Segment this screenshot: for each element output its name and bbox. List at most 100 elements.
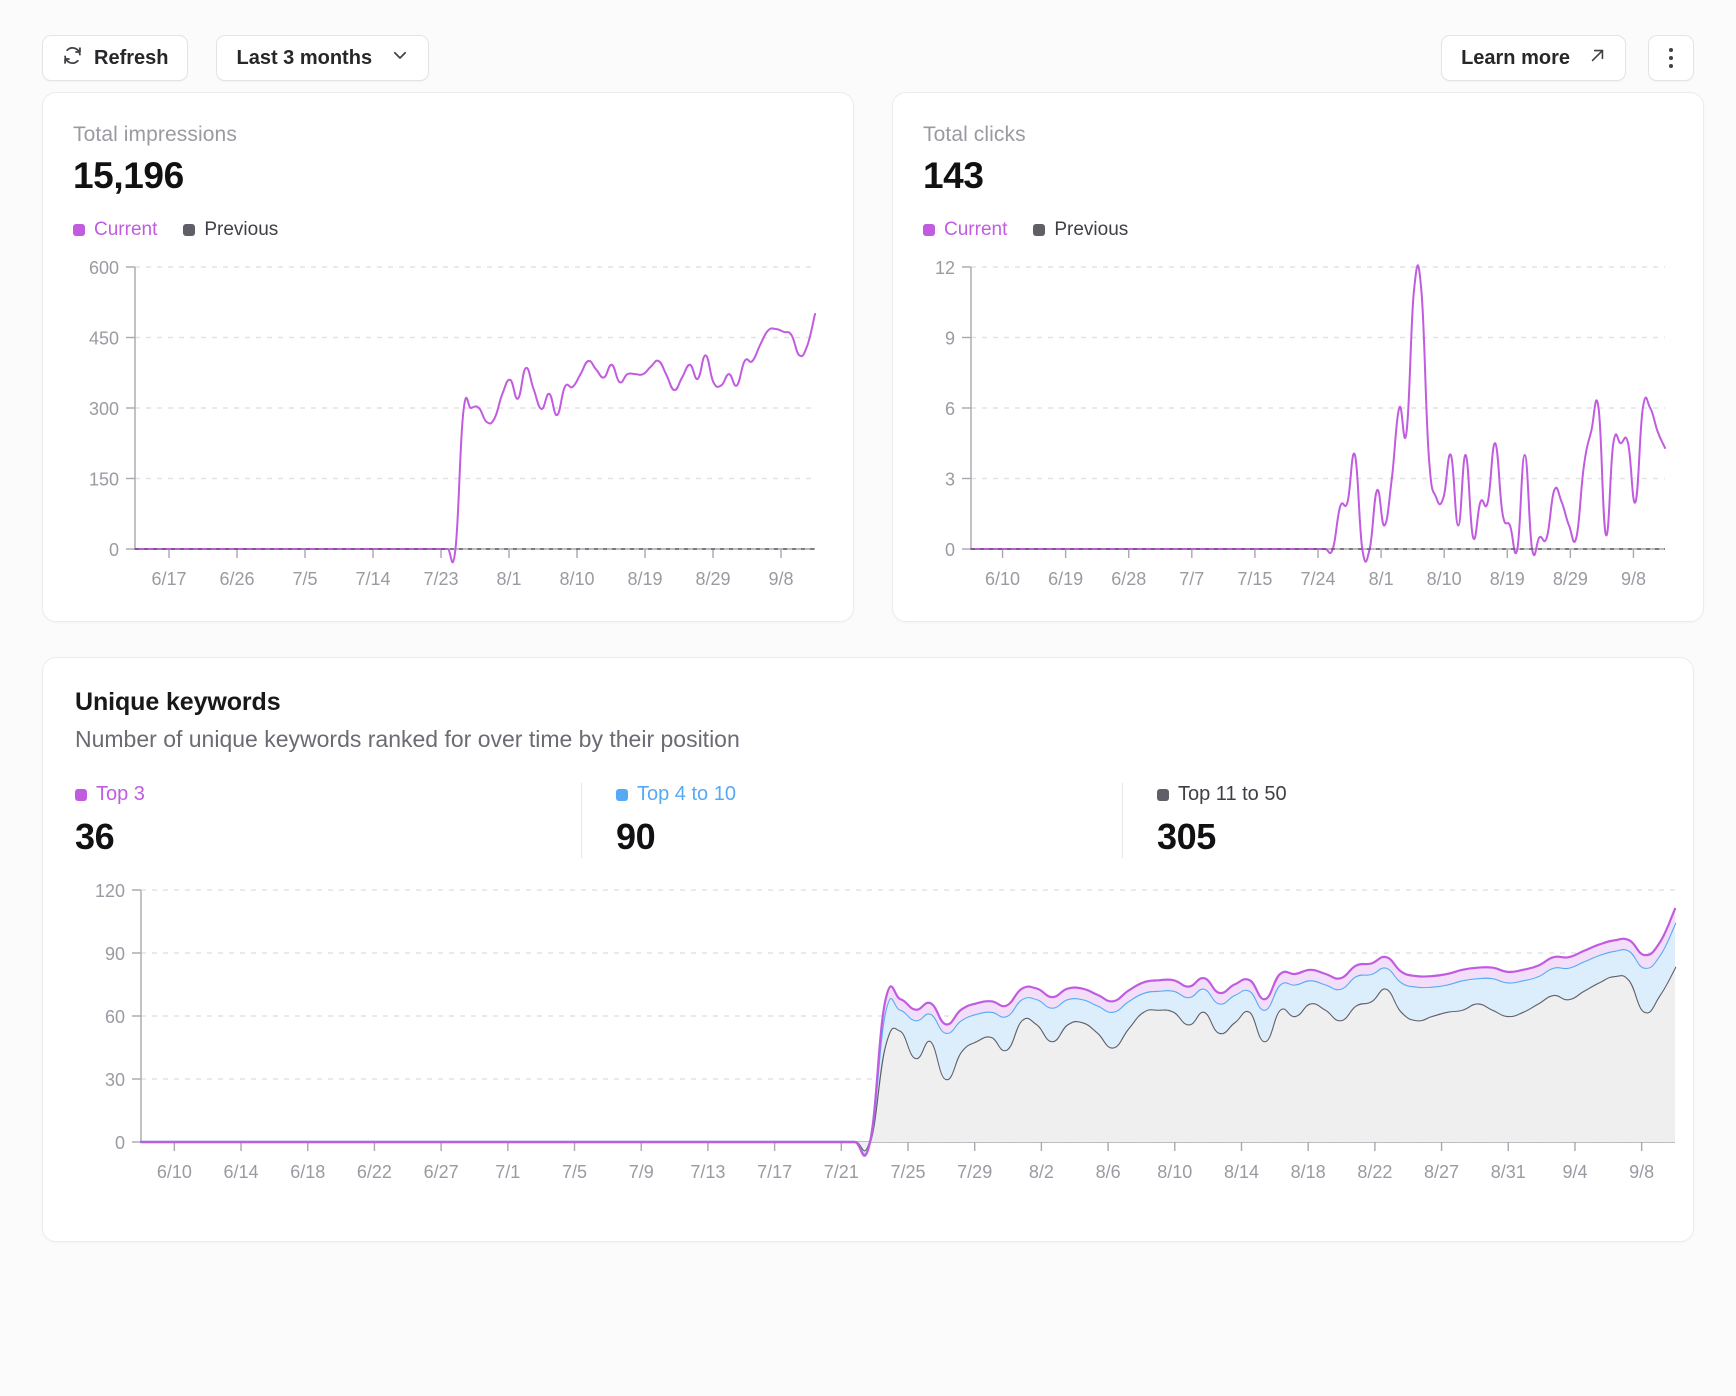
legend-swatch-current	[923, 224, 935, 236]
more-vertical-icon	[1669, 48, 1673, 68]
impressions-legend: Current Previous	[73, 219, 823, 241]
unique-keywords-card: Unique keywords Number of unique keyword…	[42, 657, 1694, 1242]
svg-text:7/29: 7/29	[957, 1162, 992, 1182]
metric-top-3[interactable]: Top 3 36	[75, 783, 581, 858]
svg-text:8/14: 8/14	[1224, 1162, 1259, 1182]
svg-text:9/8: 9/8	[1621, 569, 1646, 589]
svg-text:6/10: 6/10	[985, 569, 1020, 589]
legend-label-current: Current	[94, 219, 158, 240]
svg-text:7/14: 7/14	[355, 569, 390, 589]
svg-text:6/10: 6/10	[157, 1162, 192, 1182]
legend-item-previous[interactable]: Previous	[1033, 219, 1128, 241]
svg-text:3: 3	[945, 470, 955, 490]
more-options-button[interactable]	[1648, 35, 1694, 81]
svg-text:6/17: 6/17	[151, 569, 186, 589]
metric-top-3-legend: Top 3	[75, 783, 145, 806]
svg-text:9/8: 9/8	[1629, 1162, 1654, 1182]
legend-swatch-top-11-to-50	[1157, 788, 1169, 801]
total-impressions-card: Total impressions 15,196 Current Previou…	[42, 92, 854, 622]
metric-top-4-to-10-legend: Top 4 to 10	[616, 783, 736, 806]
legend-label-current: Current	[944, 219, 1008, 240]
clicks-chart[interactable]: 0 3 6 9 12 6/10 6/19 6/28 7/7 7/15 7/24 8/1 8/10 8/19…	[923, 257, 1673, 607]
refresh-label: Refresh	[94, 46, 169, 69]
learn-more-button[interactable]: Learn more	[1441, 35, 1626, 81]
svg-text:7/9: 7/9	[629, 1162, 654, 1182]
svg-text:60: 60	[105, 1007, 125, 1027]
analytics-page: Refresh Last 3 months Learn more Total i…	[0, 0, 1736, 1396]
date-range-label: Last 3 months	[236, 46, 373, 69]
legend-swatch-current	[73, 224, 85, 236]
svg-text:7/24: 7/24	[1300, 569, 1335, 589]
svg-text:6: 6	[945, 399, 955, 419]
svg-text:7/21: 7/21	[824, 1162, 859, 1182]
svg-text:8/10: 8/10	[1157, 1162, 1192, 1182]
svg-text:8/29: 8/29	[695, 569, 730, 589]
legend-swatch-previous	[183, 224, 196, 236]
metric-top-3-value: 36	[75, 816, 115, 857]
metric-top-11-to-50[interactable]: Top 11 to 50 305	[1122, 783, 1663, 858]
svg-text:30: 30	[105, 1070, 125, 1090]
total-clicks-value: 143	[923, 155, 984, 196]
legend-item-previous[interactable]: Previous	[183, 219, 278, 241]
legend-label-previous: Previous	[1054, 219, 1129, 240]
svg-text:8/1: 8/1	[1369, 569, 1394, 589]
legend-swatch-top-3	[75, 788, 87, 801]
total-clicks-card: Total clicks 143 Current Previous 0 3 6 9 12…	[892, 92, 1704, 622]
learn-more-label: Learn more	[1461, 46, 1570, 69]
svg-text:450: 450	[89, 329, 119, 349]
metric-top-11-to-50-legend: Top 11 to 50	[1157, 783, 1287, 806]
svg-text:7/25: 7/25	[890, 1162, 925, 1182]
unique-keywords-metrics: Top 3 36 Top 4 to 10 90 Top 11 to 50 305	[75, 783, 1663, 858]
top-cards-row: Total impressions 15,196 Current Previou…	[42, 92, 1704, 622]
date-range-select[interactable]: Last 3 months	[216, 35, 430, 81]
svg-text:300: 300	[89, 399, 119, 419]
svg-text:7/7: 7/7	[1179, 569, 1204, 589]
svg-text:6/18: 6/18	[290, 1162, 325, 1182]
legend-swatch-previous	[1033, 224, 1046, 236]
svg-text:12: 12	[935, 258, 955, 278]
metric-top-11-to-50-value: 305	[1157, 816, 1216, 857]
svg-text:6/26: 6/26	[219, 569, 254, 589]
svg-text:8/2: 8/2	[1029, 1162, 1054, 1182]
refresh-icon	[62, 45, 83, 72]
chevron-down-icon	[391, 46, 409, 70]
svg-text:7/5: 7/5	[292, 569, 317, 589]
svg-text:8/22: 8/22	[1357, 1162, 1392, 1182]
refresh-button[interactable]: Refresh	[42, 35, 189, 81]
svg-text:6/19: 6/19	[1048, 569, 1083, 589]
external-link-icon	[1589, 47, 1606, 70]
svg-text:8/27: 8/27	[1424, 1162, 1459, 1182]
unique-keywords-chart[interactable]: 0 30 60 90 120 6/10 6/14 6/18 6/22 6/27 7/1 7/5 7/9 7…	[75, 880, 1677, 1200]
svg-text:7/17: 7/17	[757, 1162, 792, 1182]
svg-text:6/28: 6/28	[1111, 569, 1146, 589]
total-impressions-label: Total impressions	[73, 123, 237, 146]
svg-text:8/6: 8/6	[1096, 1162, 1121, 1182]
legend-item-current[interactable]: Current	[73, 219, 157, 241]
metric-top-4-to-10-value: 90	[616, 816, 656, 857]
svg-text:7/1: 7/1	[495, 1162, 520, 1182]
svg-text:6/22: 6/22	[357, 1162, 392, 1182]
svg-text:8/19: 8/19	[1490, 569, 1525, 589]
total-clicks-label: Total clicks	[923, 123, 1026, 146]
unique-keywords-title: Unique keywords	[75, 688, 281, 716]
metric-top-4-to-10[interactable]: Top 4 to 10 90	[581, 783, 1122, 858]
total-impressions-value: 15,196	[73, 155, 184, 196]
unique-keywords-subtitle: Number of unique keywords ranked for ove…	[75, 726, 740, 752]
toolbar: Refresh Last 3 months Learn more	[42, 0, 1694, 92]
svg-text:600: 600	[89, 258, 119, 278]
legend-swatch-top-4-to-10	[616, 788, 628, 801]
svg-text:7/15: 7/15	[1237, 569, 1272, 589]
svg-text:8/10: 8/10	[559, 569, 594, 589]
svg-text:7/13: 7/13	[690, 1162, 725, 1182]
svg-text:120: 120	[95, 881, 125, 901]
svg-text:7/5: 7/5	[562, 1162, 587, 1182]
svg-text:9/8: 9/8	[768, 569, 793, 589]
svg-text:0: 0	[115, 1133, 125, 1153]
impressions-chart[interactable]: 0 150 300 450 600 6/17 6/26 7/5 7/14 7/23 8/1 8/10 8…	[73, 257, 823, 607]
svg-text:6/14: 6/14	[224, 1162, 259, 1182]
metric-top-3-label: Top 3	[96, 783, 145, 805]
legend-item-current[interactable]: Current	[923, 219, 1007, 241]
metric-top-11-to-50-label: Top 11 to 50	[1178, 783, 1287, 805]
svg-text:8/1: 8/1	[496, 569, 521, 589]
svg-text:8/10: 8/10	[1427, 569, 1462, 589]
